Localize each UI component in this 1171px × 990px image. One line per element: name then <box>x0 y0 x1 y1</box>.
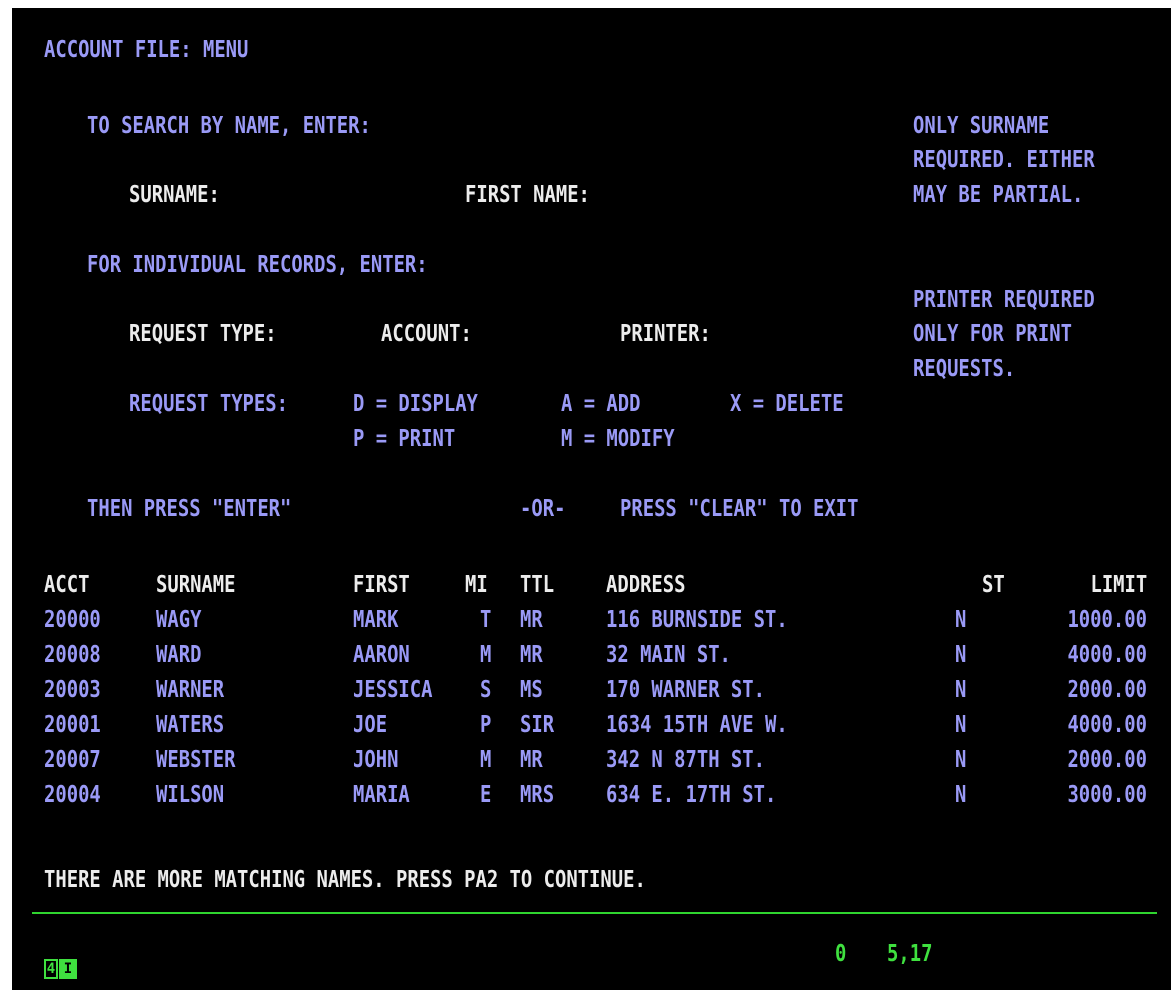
header-address: ADDRESS <box>606 572 686 598</box>
first-name-label: FIRST NAME: <box>465 182 590 208</box>
request-type-input[interactable] <box>322 320 362 348</box>
press-clear-to-exit: PRESS "CLEAR" TO EXIT <box>620 496 859 522</box>
account-input[interactable] <box>492 320 602 348</box>
cell-first: MARIA <box>353 782 410 808</box>
cell-ttl: MRS <box>520 782 555 808</box>
header-limit: LIMIT <box>1090 572 1147 598</box>
cell-limit: 2000.00 <box>1067 677 1147 703</box>
cell-first: AARON <box>353 642 410 668</box>
cell-acct: 20008 <box>44 642 101 668</box>
first-name-input[interactable] <box>617 181 877 209</box>
header-acct: ACCT <box>44 572 90 598</box>
cell-surname: WAGY <box>156 607 202 633</box>
cell-ttl: MR <box>520 607 543 633</box>
screen-title: ACCOUNT FILE: MENU <box>44 37 249 63</box>
request-types-label: REQUEST TYPES: <box>129 391 288 417</box>
status-divider <box>32 912 1157 914</box>
search-note-line-2: REQUIRED. EITHER <box>913 147 1095 173</box>
cell-first: MARK <box>353 607 399 633</box>
then-press-enter: THEN PRESS "ENTER" <box>87 496 292 522</box>
search-note-line-3: MAY BE PARTIAL. <box>913 182 1084 208</box>
cell-st: N <box>955 712 967 738</box>
cell-acct: 20001 <box>44 712 101 738</box>
cell-ttl: MS <box>520 677 543 703</box>
cell-first: JOHN <box>353 747 399 773</box>
individual-prompt: FOR INDIVIDUAL RECORDS, ENTER: <box>87 252 428 278</box>
cell-st: N <box>955 677 967 703</box>
cell-address: 116 BURNSIDE ST. <box>606 607 788 633</box>
cell-first: JOE <box>353 712 388 738</box>
request-type-label: REQUEST TYPE: <box>129 321 277 347</box>
cell-acct: 20000 <box>44 607 101 633</box>
request-type-delete: X = DELETE <box>730 391 844 417</box>
or-separator: -OR- <box>520 496 566 522</box>
cell-surname: WATERS <box>156 712 225 738</box>
cell-surname: WILSON <box>156 782 225 808</box>
cell-limit: 4000.00 <box>1067 642 1147 668</box>
cell-mi: M <box>480 642 492 668</box>
printer-note-line-2: ONLY FOR PRINT <box>913 321 1072 347</box>
cell-mi: P <box>480 712 492 738</box>
cell-ttl: MR <box>520 747 543 773</box>
input-inhibit-badge: I <box>59 959 77 979</box>
account-label: ACCOUNT: <box>381 321 472 347</box>
cell-address: 170 WARNER ST. <box>606 677 765 703</box>
header-st: ST <box>982 572 1005 598</box>
header-first: FIRST <box>353 572 410 598</box>
cell-limit: 1000.00 <box>1067 607 1147 633</box>
cell-mi: E <box>480 782 492 808</box>
terminal-screen: ACCOUNT FILE: MENU TO SEARCH BY NAME, EN… <box>12 8 1171 990</box>
cell-acct: 20007 <box>44 747 101 773</box>
request-type-display: D = DISPLAY <box>353 391 478 417</box>
session-number-badge: 4 <box>44 959 58 979</box>
search-prompt: TO SEARCH BY NAME, ENTER: <box>87 113 371 139</box>
cell-surname: WARNER <box>156 677 225 703</box>
cell-mi: S <box>480 677 492 703</box>
cell-address: 1634 15TH AVE W. <box>606 712 788 738</box>
cell-address: 342 N 87TH ST. <box>606 747 765 773</box>
cell-limit: 3000.00 <box>1067 782 1147 808</box>
header-ttl: TTL <box>520 572 555 598</box>
cell-ttl: SIR <box>520 712 555 738</box>
cell-address: 634 E. 17TH ST. <box>606 782 777 808</box>
printer-label: PRINTER: <box>620 321 711 347</box>
more-names-message: THERE ARE MORE MATCHING NAMES. PRESS PA2… <box>44 867 646 893</box>
surname-input[interactable] <box>247 181 447 209</box>
keyboard-status-indicator: 4 I <box>44 958 77 980</box>
printer-note-line-1: PRINTER REQUIRED <box>913 287 1095 313</box>
surname-label: SURNAME: <box>129 182 220 208</box>
cell-st: N <box>955 747 967 773</box>
cell-surname: WEBSTER <box>156 747 236 773</box>
cell-limit: 4000.00 <box>1067 712 1147 738</box>
cell-acct: 20004 <box>44 782 101 808</box>
cell-st: N <box>955 642 967 668</box>
request-type-print: P = PRINT <box>353 426 456 452</box>
cell-address: 32 MAIN ST. <box>606 642 731 668</box>
cell-limit: 2000.00 <box>1067 747 1147 773</box>
request-type-add: A = ADD <box>561 391 641 417</box>
printer-note-line-3: REQUESTS. <box>913 356 1016 382</box>
status-indicator: 0 <box>835 941 847 967</box>
cell-first: JESSICA <box>353 677 433 703</box>
cell-acct: 20003 <box>44 677 101 703</box>
printer-input[interactable] <box>732 320 892 348</box>
cell-mi: M <box>480 747 492 773</box>
cell-ttl: MR <box>520 642 543 668</box>
header-surname: SURNAME <box>156 572 236 598</box>
cursor-position: 5,17 <box>887 941 933 967</box>
cell-st: N <box>955 782 967 808</box>
search-note-line-1: ONLY SURNAME <box>913 113 1050 139</box>
request-type-modify: M = MODIFY <box>561 426 675 452</box>
cell-mi: T <box>480 607 492 633</box>
header-mi: MI <box>465 572 488 598</box>
cell-surname: WARD <box>156 642 202 668</box>
cell-st: N <box>955 607 967 633</box>
